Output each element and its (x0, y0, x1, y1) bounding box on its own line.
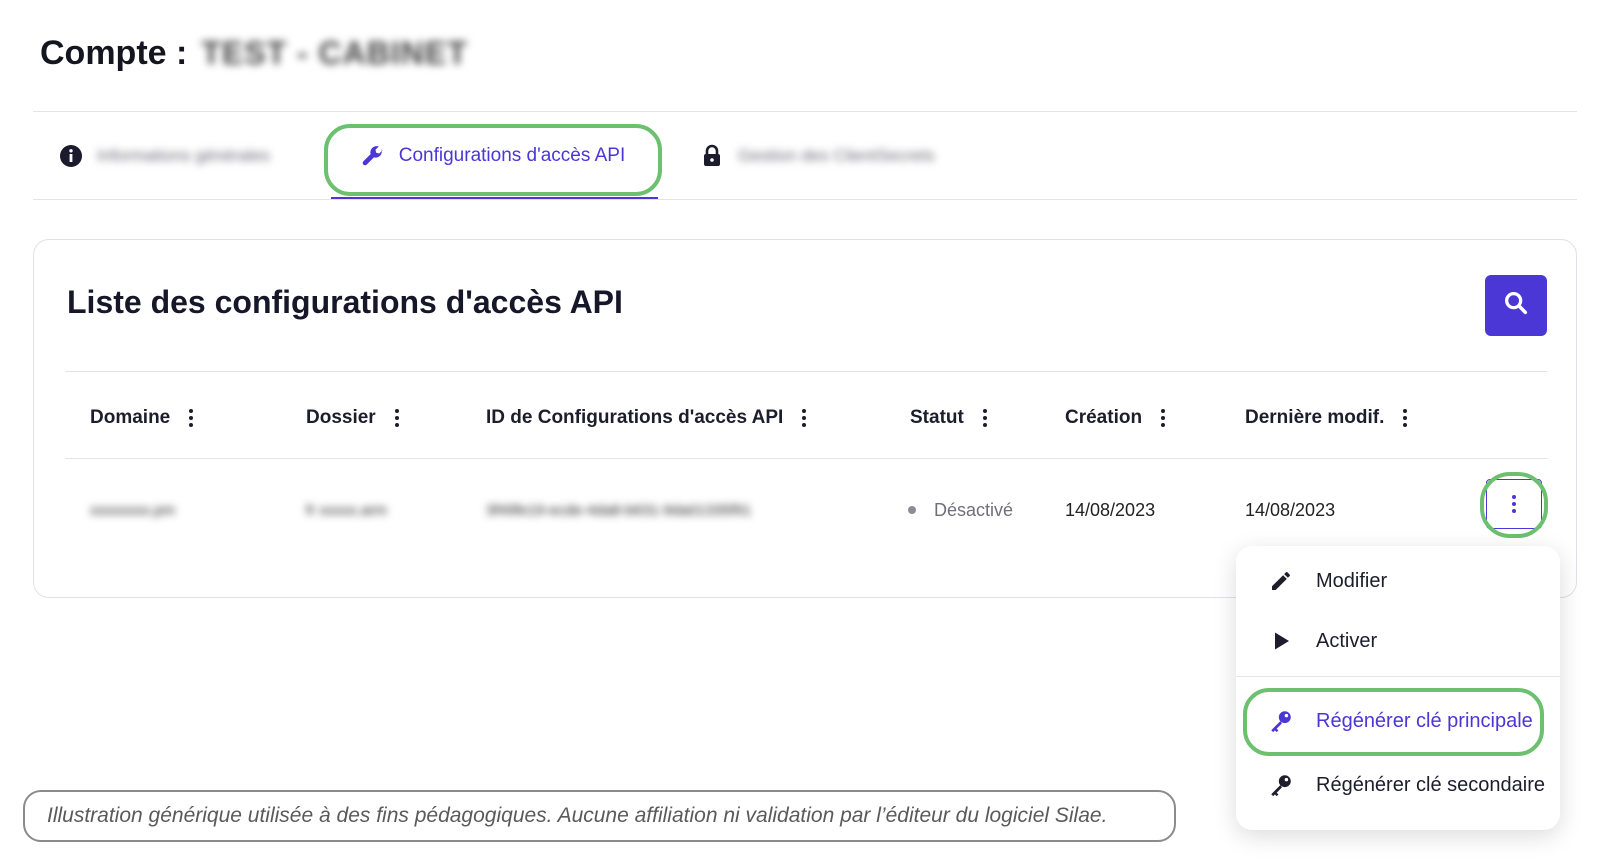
column-label: Création (1065, 407, 1143, 428)
column-menu-icon[interactable] (1398, 405, 1412, 431)
column-label: Dossier (306, 407, 376, 428)
page-title-label: Compte : (40, 34, 188, 72)
pencil-icon (1268, 568, 1294, 594)
play-icon (1268, 628, 1294, 654)
menu-item-modifier[interactable]: Modifier (1236, 554, 1560, 608)
column-label: ID de Configurations d'accès API (486, 407, 784, 428)
cell-derniere-modif: 14/08/2023 (1245, 499, 1336, 520)
cell-dossier: fr xxxxx.arm (306, 501, 387, 519)
disclaimer-note: Illustration générique utilisée à des fi… (23, 790, 1176, 842)
divider (33, 199, 1577, 200)
cell-statut: Désactivé (908, 496, 1013, 524)
tab-informations-generales[interactable]: Informations générales (59, 112, 270, 200)
status-dot (908, 506, 916, 514)
lock-icon (700, 144, 724, 168)
column-header-id[interactable]: ID de Configurations d'accès API (486, 403, 811, 433)
cell-creation: 14/08/2023 (1065, 499, 1156, 520)
menu-item-label: Activer (1316, 629, 1378, 652)
divider (1236, 676, 1560, 677)
menu-item-label: Modifier (1316, 569, 1388, 592)
divider (65, 458, 1547, 459)
menu-item-regenerer-cle-secondaire[interactable]: Régénérer clé secondaire (1236, 758, 1560, 812)
row-actions-menu: Modifier Activer Régénérer clé principal… (1236, 546, 1560, 830)
tab-label: Informations générales (97, 146, 270, 165)
menu-item-label: Régénérer clé secondaire (1316, 773, 1546, 796)
column-label: Domaine (90, 407, 171, 428)
menu-item-activer[interactable]: Activer (1236, 614, 1560, 668)
column-header-derniere-modif[interactable]: Dernière modif. (1245, 403, 1412, 433)
tab-configurations-acces-api[interactable]: Configurations d'accès API (328, 112, 658, 200)
tab-bar: Informations générales Configurations d'… (33, 112, 1577, 200)
cell-id: 3f49fe19-ecde-4da8-b631-9da01335f91 (486, 501, 752, 519)
column-menu-icon[interactable] (1156, 405, 1170, 431)
column-header-domaine[interactable]: Domaine (90, 403, 198, 433)
column-label: Dernière modif. (1245, 407, 1385, 428)
search-icon (1502, 289, 1530, 322)
column-header-dossier[interactable]: Dossier (306, 403, 404, 433)
column-header-statut[interactable]: Statut (910, 403, 992, 433)
column-menu-icon[interactable] (978, 405, 992, 431)
search-button[interactable] (1485, 275, 1547, 336)
cell-domaine: xxxxxxxx.pm (90, 501, 176, 519)
tab-label: Configurations d'accès API (398, 145, 626, 166)
key-icon (1268, 772, 1294, 798)
card-title: Liste des configurations d'accès API (67, 284, 623, 320)
row-actions-button[interactable] (1486, 479, 1542, 529)
status-badge: Désactivé (934, 499, 1014, 520)
column-menu-icon[interactable] (797, 405, 811, 431)
column-menu-icon[interactable] (390, 405, 404, 431)
more-vertical-icon (1507, 491, 1521, 517)
account-name: TEST - CABINET (201, 35, 468, 71)
column-header-creation[interactable]: Création (1065, 403, 1170, 433)
tab-gestion-clientsecrets[interactable]: Gestion des ClientSecrets (700, 112, 935, 200)
tab-label: Gestion des ClientSecrets (738, 146, 935, 165)
info-icon (59, 144, 83, 168)
key-icon (1268, 708, 1294, 734)
page-title: Compte : TEST - CABINET (40, 34, 468, 73)
api-config-card: Liste des configurations d'accès API Dom… (33, 239, 1577, 598)
menu-item-regenerer-cle-principale[interactable]: Régénérer clé principale (1236, 694, 1560, 748)
column-label: Statut (910, 407, 964, 428)
column-menu-icon[interactable] (184, 405, 198, 431)
divider (65, 371, 1547, 372)
wrench-icon (361, 144, 385, 168)
menu-item-label: Régénérer clé principale (1316, 709, 1533, 732)
